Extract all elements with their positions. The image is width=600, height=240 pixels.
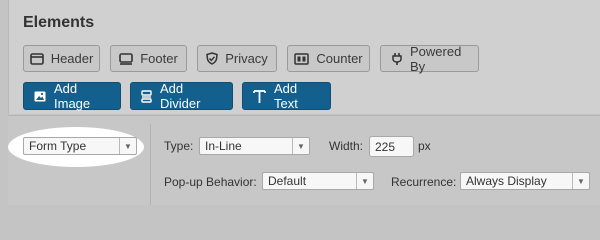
shield-icon [206,52,219,65]
header-button-label: Header [50,51,94,66]
chevron-down-icon: ▼ [572,173,589,189]
element-toggle-row: Header Footer Privacy Counter Powered By [23,43,479,74]
header-icon [29,52,44,65]
add-divider-button-label: Add Divider [160,81,201,111]
footer-button[interactable]: Footer [110,45,187,72]
text-icon [253,89,266,104]
privacy-button-label: Privacy [225,51,268,66]
width-input[interactable]: 225 [369,136,414,157]
form-type-select[interactable]: Form Type ▼ [23,137,137,155]
powered-by-button-label: Powered By [410,43,462,74]
powered-by-button[interactable]: Powered By [380,43,479,74]
chevron-down-icon: ▼ [292,138,309,154]
popup-behavior-label: Pop-up Behavior: [164,175,257,189]
recurrence-select[interactable]: Always Display ▼ [460,172,590,190]
settings-divider [150,124,151,205]
divider-icon [141,89,152,103]
add-text-button[interactable]: Add Text [242,81,331,111]
counter-button[interactable]: Counter [287,45,370,72]
width-value: 225 [375,139,396,154]
add-image-button-label: Add Image [54,81,91,111]
image-icon [34,91,46,102]
elements-title: Elements [23,14,95,31]
popup-behavior-select[interactable]: Default ▼ [262,172,374,190]
chevron-down-icon: ▼ [119,138,136,154]
popup-behavior-value: Default [268,174,307,188]
element-add-row: Add Image Add Divider Add Text [23,81,331,111]
recurrence-value: Always Display [466,174,547,188]
counter-button-label: Counter [316,51,363,66]
plug-icon [391,52,403,66]
privacy-button[interactable]: Privacy [197,45,277,72]
elements-panel: Elements Header Footer Privacy Counter P… [8,0,600,114]
footer-icon [119,52,134,65]
header-button[interactable]: Header [23,45,100,72]
add-text-button-label: Add Text [274,81,298,111]
width-unit: px [418,139,431,153]
type-label: Type: [164,139,194,153]
footer-button-label: Footer [140,51,178,66]
chevron-down-icon: ▼ [356,173,373,189]
counter-icon [294,52,310,65]
add-divider-button[interactable]: Add Divider [130,81,233,111]
width-label: Width: [329,139,364,153]
add-image-button[interactable]: Add Image [23,81,121,111]
recurrence-label: Recurrence: [391,175,457,189]
form-type-value: Form Type [29,139,87,153]
type-value: In-Line [205,139,242,153]
type-select[interactable]: In-Line ▼ [199,137,310,155]
